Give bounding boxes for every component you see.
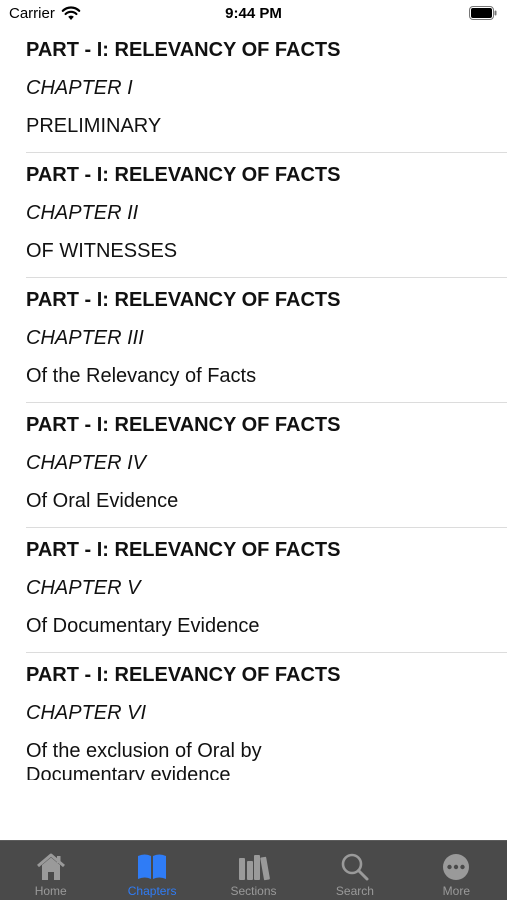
search-icon: [338, 851, 372, 883]
chapter-number: CHAPTER II: [26, 202, 139, 224]
book-icon: [135, 851, 169, 883]
list-item[interactable]: PART - I: RELEVANCY OF FACTS CHAPTER II …: [0, 153, 507, 278]
tab-label: Chapters: [127, 884, 177, 898]
tab-label: More: [442, 884, 470, 898]
part-heading: PART - I: RELEVANCY OF FACTS: [26, 539, 341, 561]
part-heading: PART - I: RELEVANCY OF FACTS: [26, 39, 341, 61]
chapter-number: CHAPTER III: [26, 327, 144, 349]
chapter-title: OF WITNESSES: [26, 240, 178, 262]
chapter-title: Of Documentary Evidence: [26, 615, 260, 637]
tab-sections[interactable]: Sections: [203, 841, 304, 900]
part-heading: PART - I: RELEVANCY OF FACTS: [26, 164, 341, 186]
tab-more[interactable]: More: [406, 841, 507, 900]
tab-search[interactable]: Search: [304, 841, 405, 900]
chapter-number: CHAPTER I: [26, 77, 133, 99]
tab-home[interactable]: Home: [0, 841, 101, 900]
list-item[interactable]: PART - I: RELEVANCY OF FACTS CHAPTER I P…: [0, 28, 507, 153]
chapter-title: Of the exclusion of Oral by Documentary …: [26, 740, 262, 780]
list-item[interactable]: PART - I: RELEVANCY OF FACTS CHAPTER V O…: [0, 528, 507, 653]
part-heading: PART - I: RELEVANCY OF FACTS: [26, 289, 341, 311]
books-icon: [237, 851, 271, 883]
chapter-number: CHAPTER IV: [26, 452, 147, 474]
tab-chapters[interactable]: Chapters: [101, 841, 202, 900]
chapter-title: Of Oral Evidence: [26, 490, 179, 512]
tab-bar: Home Chapters Sections Search More: [0, 840, 507, 900]
chapter-title: PRELIMINARY: [26, 115, 162, 137]
part-heading: PART - I: RELEVANCY OF FACTS: [26, 414, 341, 436]
list-item[interactable]: PART - I: RELEVANCY OF FACTS CHAPTER VI …: [0, 653, 507, 780]
tab-label: Home: [34, 884, 67, 898]
list-item[interactable]: PART - I: RELEVANCY OF FACTS CHAPTER IV …: [0, 403, 507, 528]
tab-label: Search: [335, 884, 374, 898]
list-item[interactable]: PART - I: RELEVANCY OF FACTS CHAPTER III…: [0, 278, 507, 403]
chapter-number: CHAPTER V: [26, 577, 141, 599]
more-icon: [439, 851, 473, 883]
clock: 9:44 PM: [225, 5, 282, 22]
status-bar: Carrier 9:44 PM: [0, 0, 507, 28]
battery-icon: [469, 6, 497, 20]
chapter-list: PART - I: RELEVANCY OF FACTS CHAPTER I P…: [0, 28, 507, 780]
home-icon: [34, 851, 68, 883]
chapter-title: Of the Relevancy of Facts: [26, 365, 257, 387]
chapter-number: CHAPTER VI: [26, 702, 147, 724]
tab-label: Sections: [230, 884, 277, 898]
part-heading: PART - I: RELEVANCY OF FACTS: [26, 664, 341, 686]
